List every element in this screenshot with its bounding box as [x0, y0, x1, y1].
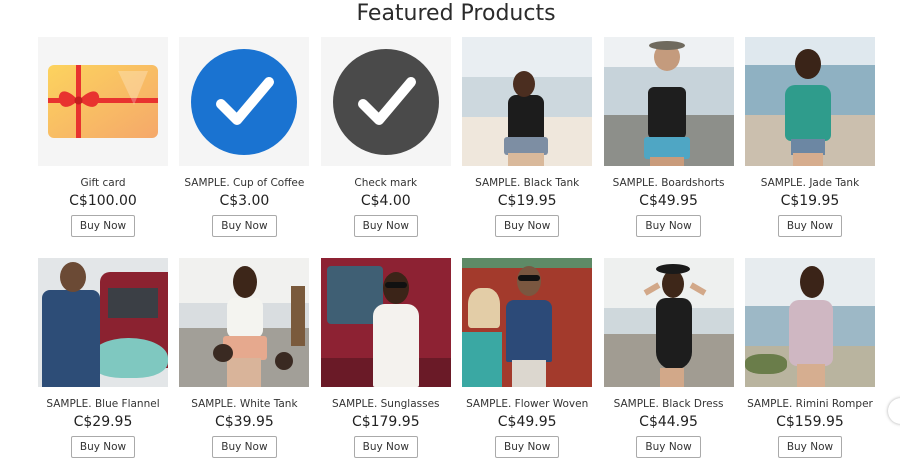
product-name[interactable]: SAMPLE. Black Tank — [475, 177, 579, 190]
product-image[interactable] — [462, 37, 593, 166]
product-image[interactable] — [603, 37, 734, 166]
buy-now-button[interactable]: Buy Now — [353, 215, 418, 237]
product-card[interactable]: Gift card C$100.00 Buy Now — [38, 37, 168, 237]
product-card[interactable]: SAMPLE. Black Tank C$19.95 Buy Now — [462, 37, 593, 237]
product-card[interactable]: SAMPLE. Blue Flannel C$29.95 Buy Now — [38, 258, 168, 458]
beach-photo — [744, 258, 875, 387]
chat-widget-button[interactable] — [888, 398, 900, 424]
product-image[interactable] — [320, 258, 451, 387]
beach-photo — [179, 258, 310, 387]
product-image[interactable] — [744, 258, 875, 387]
product-name[interactable]: SAMPLE. Flower Woven — [466, 398, 588, 411]
product-price: C$29.95 — [73, 414, 133, 430]
product-price: C$3.00 — [219, 193, 270, 209]
surf-photo — [38, 258, 168, 387]
gray-check-icon — [332, 49, 439, 159]
section-title: Featured Products — [356, 1, 556, 26]
buy-now-button[interactable]: Buy Now — [212, 436, 277, 458]
buy-now-button[interactable]: Buy Now — [212, 215, 277, 237]
product-name[interactable]: Check mark — [354, 177, 417, 190]
product-card[interactable]: SAMPLE. Black Dress C$44.95 Buy Now — [603, 258, 734, 458]
product-name[interactable]: SAMPLE. Black Dress — [614, 398, 724, 411]
van-photo — [462, 258, 593, 387]
van-photo — [320, 258, 451, 387]
buy-now-button[interactable]: Buy Now — [636, 436, 701, 458]
product-card[interactable]: Check mark C$4.00 Buy Now — [320, 37, 451, 237]
product-card[interactable]: SAMPLE. Flower Woven C$49.95 Buy Now — [462, 258, 593, 458]
product-card[interactable]: SAMPLE. Cup of Coffee C$3.00 Buy Now — [179, 37, 310, 237]
product-name[interactable]: SAMPLE. Boardshorts — [613, 177, 725, 190]
product-name[interactable]: SAMPLE. Sunglasses — [332, 398, 439, 411]
product-image[interactable] — [603, 258, 734, 387]
product-price: C$19.95 — [497, 193, 557, 209]
product-name[interactable]: SAMPLE. White Tank — [191, 398, 297, 411]
product-card[interactable]: SAMPLE. Sunglasses C$179.95 Buy Now — [320, 258, 451, 458]
beach-photo — [603, 258, 734, 387]
product-price: C$49.95 — [497, 414, 557, 430]
product-image[interactable] — [320, 37, 451, 166]
product-price: C$100.00 — [69, 193, 137, 209]
product-image[interactable] — [38, 37, 168, 166]
product-name[interactable]: SAMPLE. Blue Flannel — [46, 398, 159, 411]
product-card[interactable]: SAMPLE. Jade Tank C$19.95 Buy Now — [744, 37, 875, 237]
beach-photo — [744, 37, 875, 166]
buy-now-button[interactable]: Buy Now — [636, 215, 701, 237]
product-name[interactable]: Gift card — [80, 177, 125, 190]
product-image[interactable] — [462, 258, 593, 387]
product-price: C$159.95 — [776, 414, 844, 430]
buy-now-button[interactable]: Buy Now — [70, 436, 136, 458]
product-price: C$44.95 — [639, 414, 698, 430]
product-name[interactable]: SAMPLE. Jade Tank — [761, 177, 859, 190]
product-card[interactable]: SAMPLE. Rimini Romper C$159.95 Buy Now — [744, 258, 875, 458]
product-name[interactable]: SAMPLE. Rimini Romper — [747, 398, 873, 411]
product-name[interactable]: SAMPLE. Cup of Coffee — [184, 177, 304, 190]
gift-card-icon — [48, 65, 158, 138]
buy-now-button[interactable]: Buy Now — [777, 436, 843, 458]
beach-photo — [603, 37, 734, 166]
product-image[interactable] — [744, 37, 875, 166]
product-card[interactable]: SAMPLE. Boardshorts C$49.95 Buy Now — [603, 37, 734, 237]
buy-now-button[interactable]: Buy Now — [495, 436, 560, 458]
buy-now-button[interactable]: Buy Now — [777, 215, 843, 237]
product-image[interactable] — [179, 258, 310, 387]
product-image[interactable] — [179, 37, 310, 166]
buy-now-button[interactable]: Buy Now — [495, 215, 560, 237]
product-price: C$4.00 — [360, 193, 411, 209]
buy-now-button[interactable]: Buy Now — [70, 215, 136, 237]
product-grid: Gift card C$100.00 Buy Now SAMPLE. Cup o… — [38, 37, 875, 458]
product-price: C$19.95 — [780, 193, 840, 209]
beach-photo — [462, 37, 593, 166]
product-image[interactable] — [38, 258, 168, 387]
blue-check-icon — [191, 49, 298, 159]
product-price: C$179.95 — [351, 414, 420, 430]
product-price: C$49.95 — [639, 193, 698, 209]
buy-now-button[interactable]: Buy Now — [353, 436, 418, 458]
product-card[interactable]: SAMPLE. White Tank C$39.95 Buy Now — [179, 258, 310, 458]
product-price: C$39.95 — [215, 414, 274, 430]
